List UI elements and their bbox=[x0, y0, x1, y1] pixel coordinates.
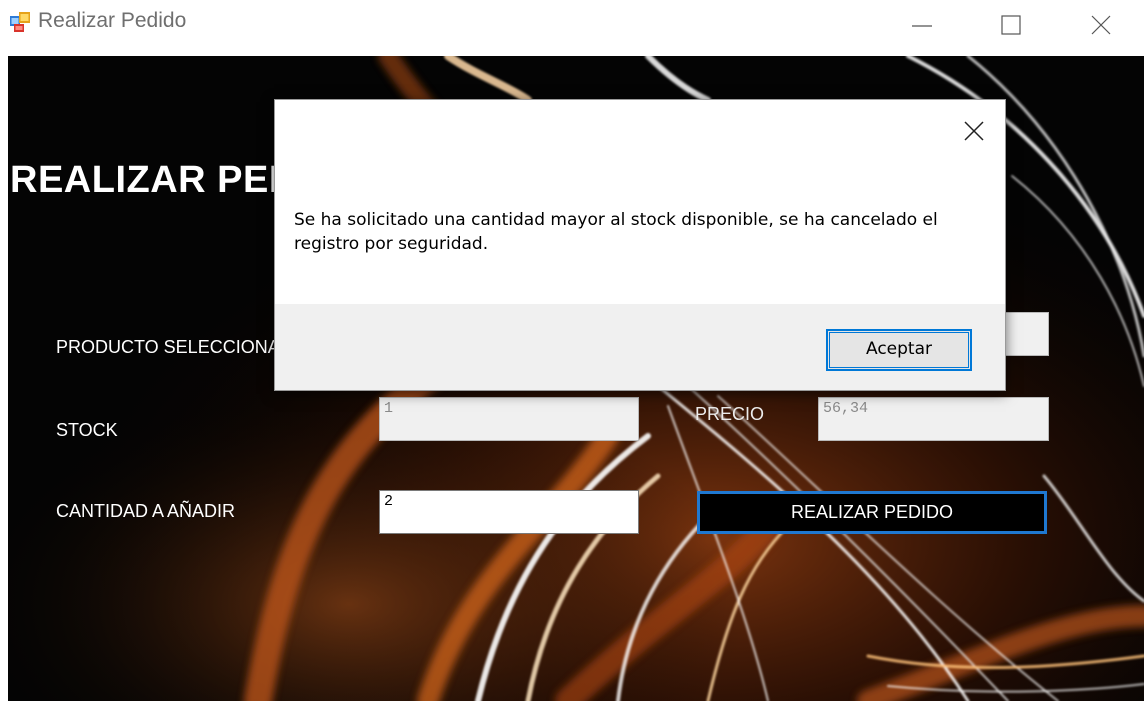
close-icon bbox=[1091, 15, 1111, 35]
dialog-footer: Aceptar bbox=[275, 304, 1005, 390]
realizar-pedido-button[interactable]: REALIZAR PEDIDO bbox=[697, 491, 1047, 534]
cantidad-label: CANTIDAD A AÑADIR bbox=[56, 501, 236, 521]
precio-field[interactable]: 56,34 bbox=[818, 397, 1049, 441]
precio-label: PRECIO bbox=[695, 404, 765, 424]
window-close-button[interactable] bbox=[1056, 0, 1144, 48]
stock-field[interactable]: 1 bbox=[379, 397, 639, 441]
minimize-button[interactable] bbox=[876, 0, 966, 48]
stock-label: STOCK bbox=[56, 420, 118, 440]
window-title: Realizar Pedido bbox=[38, 9, 187, 32]
maximize-button[interactable] bbox=[966, 0, 1056, 48]
aceptar-button[interactable]: Aceptar bbox=[826, 329, 972, 371]
minimize-icon bbox=[912, 25, 932, 27]
cantidad-input[interactable]: 2 bbox=[379, 490, 639, 534]
close-icon bbox=[964, 121, 984, 141]
app-icon bbox=[10, 12, 30, 32]
message-dialog: Se ha solicitado una cantidad mayor al s… bbox=[274, 99, 1006, 391]
dialog-close-button[interactable] bbox=[957, 114, 991, 148]
window-titlebar: Realizar Pedido bbox=[0, 0, 1144, 56]
dialog-message: Se ha solicitado una cantidad mayor al s… bbox=[294, 210, 938, 254]
producto-label: PRODUCTO SELECCIONADO bbox=[56, 337, 307, 357]
maximize-icon bbox=[1001, 15, 1021, 35]
